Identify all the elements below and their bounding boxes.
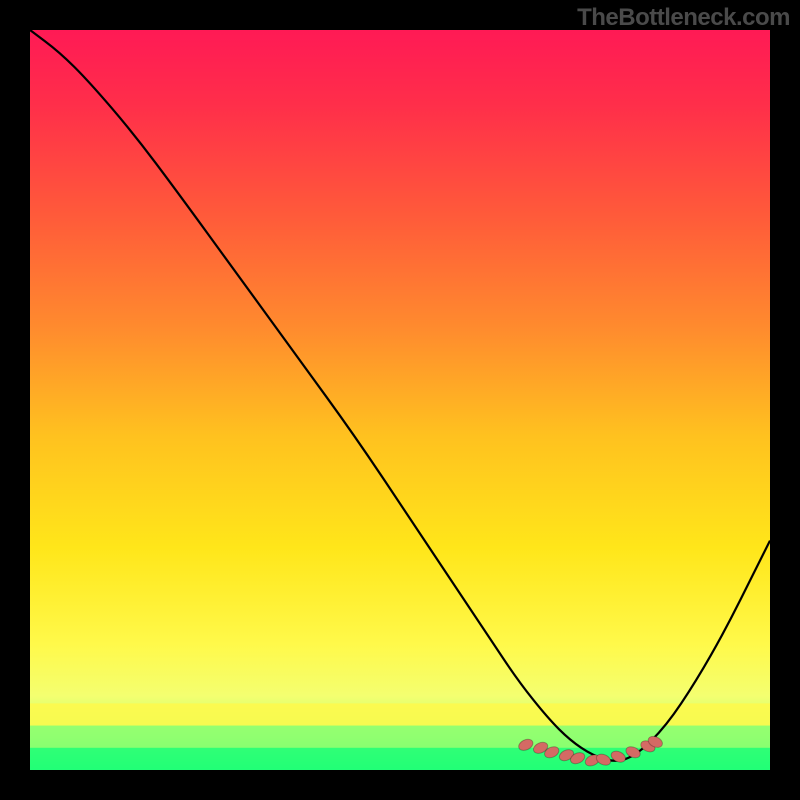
plot-area	[30, 30, 770, 770]
gradient-background	[30, 30, 770, 770]
chart-svg	[30, 30, 770, 770]
bottom-highlight-bands	[30, 703, 770, 770]
watermark-text: TheBottleneck.com	[577, 4, 790, 32]
chart-container: TheBottleneck.com	[0, 0, 800, 800]
